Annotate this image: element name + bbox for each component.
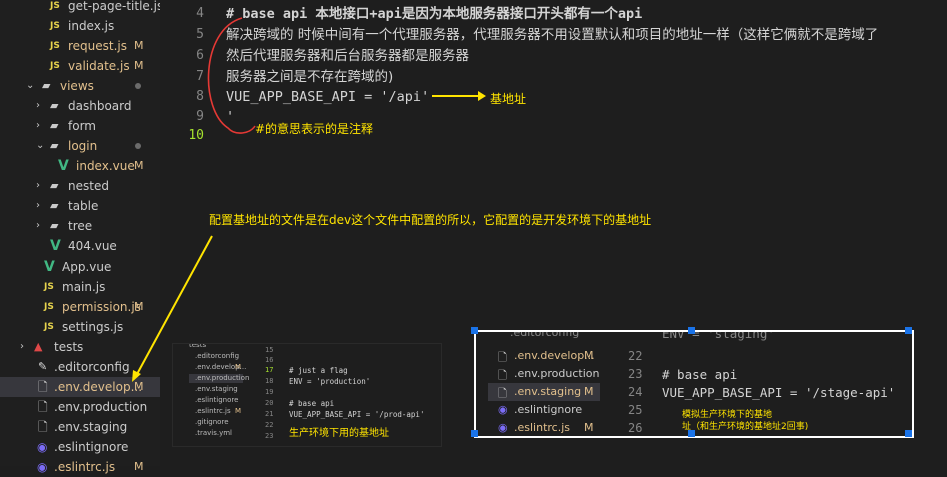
eslint-icon: ◉ — [498, 421, 508, 434]
resize-handle[interactable] — [471, 327, 478, 334]
file-icon: 🗋 — [498, 351, 507, 364]
file-icon: 🗋 — [498, 387, 507, 400]
resize-handle[interactable] — [905, 327, 912, 334]
annotation-staging-note-2: 址（和生产环境的基地址2回事) — [682, 422, 809, 432]
inset-staging-screenshot: .editorconfig ENV = 'staging' 🗋 .env.dev… — [474, 330, 914, 438]
annotation-prod-note: 生产环境下用的基地址 — [289, 428, 389, 439]
eslint-icon: ◉ — [498, 403, 508, 416]
annotation-comment-note: #的意思表示的是注释 — [255, 122, 374, 136]
inset-production-screenshot: tests .editorconfig .env.develop... M .e… — [172, 343, 442, 447]
annotation-config-note: 配置基地址的文件是在dev这个文件中配置的所以，它配置的是开发环境下的基地址 — [209, 213, 652, 227]
resize-handle[interactable] — [471, 430, 478, 437]
resize-handle[interactable] — [688, 430, 695, 437]
resize-handle[interactable] — [688, 327, 695, 334]
resize-handle[interactable] — [905, 430, 912, 437]
annotation-base-url: 基地址 — [490, 92, 527, 106]
